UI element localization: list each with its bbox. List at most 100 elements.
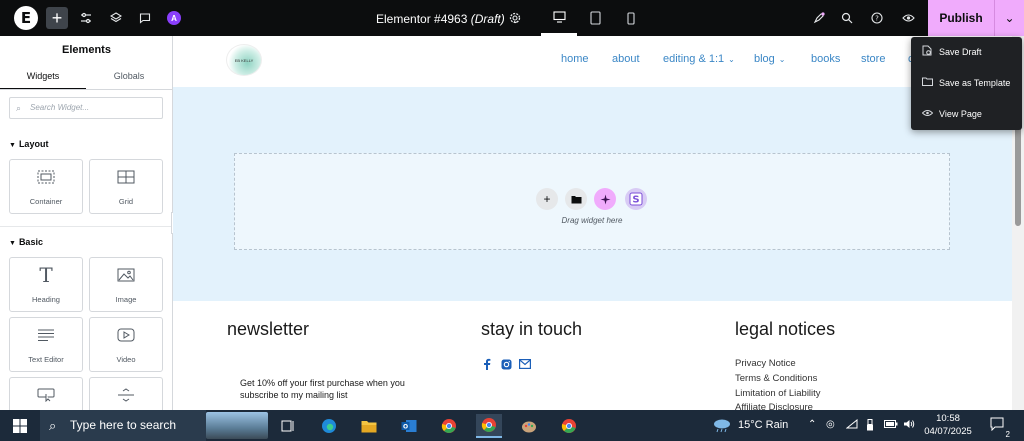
document-title[interactable]: Elementor #4963 (Draft) ⌄ — [376, 12, 520, 26]
tab-globals[interactable]: Globals — [86, 66, 172, 90]
taskbar-search-box[interactable]: ⌕ Type here to search — [40, 410, 206, 441]
mobile-view-button[interactable] — [613, 0, 649, 36]
text-editor-icon — [10, 328, 82, 347]
legal-link-privacy[interactable]: Privacy Notice — [735, 358, 796, 369]
svg-text:S: S — [632, 195, 639, 206]
windows-start-icon[interactable] — [7, 414, 33, 438]
paint-icon[interactable] — [516, 414, 542, 438]
widget-drop-zone[interactable]: + S Drag widget here — [234, 153, 950, 250]
widget-label: Image — [115, 295, 137, 304]
desktop-icon — [552, 10, 566, 23]
sparkle-icon — [600, 194, 610, 204]
email-icon[interactable] — [519, 358, 531, 370]
widget-container[interactable]: Container — [9, 159, 83, 214]
widget-divider[interactable] — [89, 377, 163, 410]
search-widget-input[interactable]: ⌕ Search Widget... — [9, 97, 163, 119]
file-explorer-icon[interactable] — [356, 414, 382, 438]
category-basic-header[interactable]: ▼ Basic — [9, 237, 43, 247]
chrome-profile-icon[interactable] — [556, 414, 582, 438]
nav-store[interactable]: store — [861, 53, 885, 65]
add-template-button[interactable] — [565, 188, 587, 210]
weather-text[interactable]: 15°C Rain — [738, 419, 788, 431]
drop-zone-label: Drag widget here — [561, 216, 623, 225]
editor-top-bar: E + A Elementor #4963 (Draft) ⌄ ? Publis… — [0, 0, 1024, 36]
add-element-button[interactable]: + — [46, 7, 68, 29]
search-icon: ⌕ — [16, 103, 22, 113]
taskbar-clock[interactable]: 10:58 04/07/2025 — [924, 412, 972, 438]
divider — [0, 226, 173, 227]
save-draft-icon — [921, 45, 933, 59]
nav-books[interactable]: books — [811, 53, 840, 65]
site-settings-icon[interactable] — [76, 8, 96, 28]
nav-editing[interactable]: editing & 1:1 ⌄ — [663, 53, 735, 65]
menu-save-draft[interactable]: Save Draft — [911, 38, 1022, 66]
chrome-icon[interactable] — [436, 414, 462, 438]
weather-icon[interactable] — [712, 417, 732, 436]
svg-text:?: ? — [875, 15, 879, 23]
scrollbar-thumb[interactable] — [1015, 126, 1021, 226]
facebook-icon[interactable] — [481, 358, 493, 370]
ai-assistant-icon[interactable]: A — [167, 11, 181, 25]
legal-link-liability[interactable]: Limitation of Liability — [735, 388, 821, 399]
whats-new-rocket-icon[interactable] — [808, 8, 828, 28]
outlook-icon[interactable]: O — [396, 414, 422, 438]
show-hidden-icons-icon[interactable]: ⌃ — [808, 419, 816, 430]
video-icon — [90, 328, 162, 347]
publish-options-button[interactable]: ⌄ — [994, 0, 1024, 36]
tab-widgets[interactable]: Widgets — [0, 66, 86, 90]
comments-icon[interactable] — [135, 8, 155, 28]
category-layout-header[interactable]: ▼ Layout — [9, 139, 48, 149]
instagram-icon[interactable] — [500, 358, 512, 370]
preview-eye-icon[interactable] — [898, 8, 918, 28]
nav-about[interactable]: about — [612, 53, 640, 65]
widget-heading[interactable]: T Heading — [9, 257, 83, 312]
document-status: (Draft) — [470, 12, 505, 26]
network-icon[interactable] — [845, 418, 858, 432]
widget-text-editor[interactable]: Text Editor — [9, 317, 83, 372]
add-section-button[interactable]: + — [536, 188, 558, 210]
legal-link-affiliate[interactable]: Affiliate Disclosure — [735, 402, 813, 410]
widget-grid[interactable]: Grid — [89, 159, 163, 214]
legal-link-terms[interactable]: Terms & Conditions — [735, 373, 817, 384]
structure-layers-icon[interactable] — [106, 8, 126, 28]
widget-label: Text Editor — [28, 355, 64, 364]
eye-icon — [921, 109, 933, 120]
elementor-logo[interactable]: E — [14, 6, 38, 30]
usb-device-icon[interactable] — [866, 419, 874, 434]
notification-center-icon[interactable]: 2 — [988, 417, 1010, 439]
task-view-icon[interactable] — [275, 414, 301, 438]
menu-view-page[interactable]: View Page — [911, 100, 1022, 128]
nav-label: blog — [754, 53, 775, 65]
publish-button[interactable]: Publish — [928, 0, 994, 36]
divider — [0, 89, 173, 90]
help-icon[interactable]: ? — [867, 8, 887, 28]
ai-generate-button[interactable] — [594, 188, 616, 210]
volume-icon[interactable] — [903, 419, 915, 432]
divider-icon — [90, 388, 162, 407]
starter-templates-button[interactable]: S — [625, 188, 647, 210]
desktop-view-button[interactable] — [541, 0, 577, 36]
container-icon — [10, 170, 82, 189]
newsletter-text: Get 10% off your first purchase when you… — [240, 378, 405, 400]
widget-video[interactable]: Video — [89, 317, 163, 372]
menu-save-as-template[interactable]: Save as Template — [911, 69, 1022, 97]
tablet-view-button[interactable] — [577, 0, 613, 36]
battery-icon[interactable] — [884, 419, 898, 432]
search-highlight-image[interactable] — [206, 412, 268, 439]
chrome-active-window-icon[interactable] — [476, 414, 502, 438]
category-label: Basic — [18, 237, 43, 247]
nav-blog[interactable]: blog ⌄ — [754, 53, 786, 65]
folder-icon — [571, 195, 581, 203]
button-cursor-icon — [10, 388, 82, 407]
nav-home[interactable]: home — [561, 53, 589, 65]
elements-panel: Elements Widgets Globals ⌕ Search Widget… — [0, 36, 173, 410]
finder-search-icon[interactable] — [837, 8, 857, 28]
widget-button[interactable] — [9, 377, 83, 410]
heading-icon: T — [39, 263, 53, 287]
meet-now-icon[interactable]: ◎ — [826, 419, 835, 430]
edge-browser-icon[interactable] — [316, 414, 342, 438]
widget-image[interactable]: Image — [89, 257, 163, 312]
site-logo[interactable]: EB KELLY — [226, 44, 262, 76]
menu-label: View Page — [939, 109, 982, 119]
page-settings-gear-icon[interactable] — [505, 8, 525, 28]
